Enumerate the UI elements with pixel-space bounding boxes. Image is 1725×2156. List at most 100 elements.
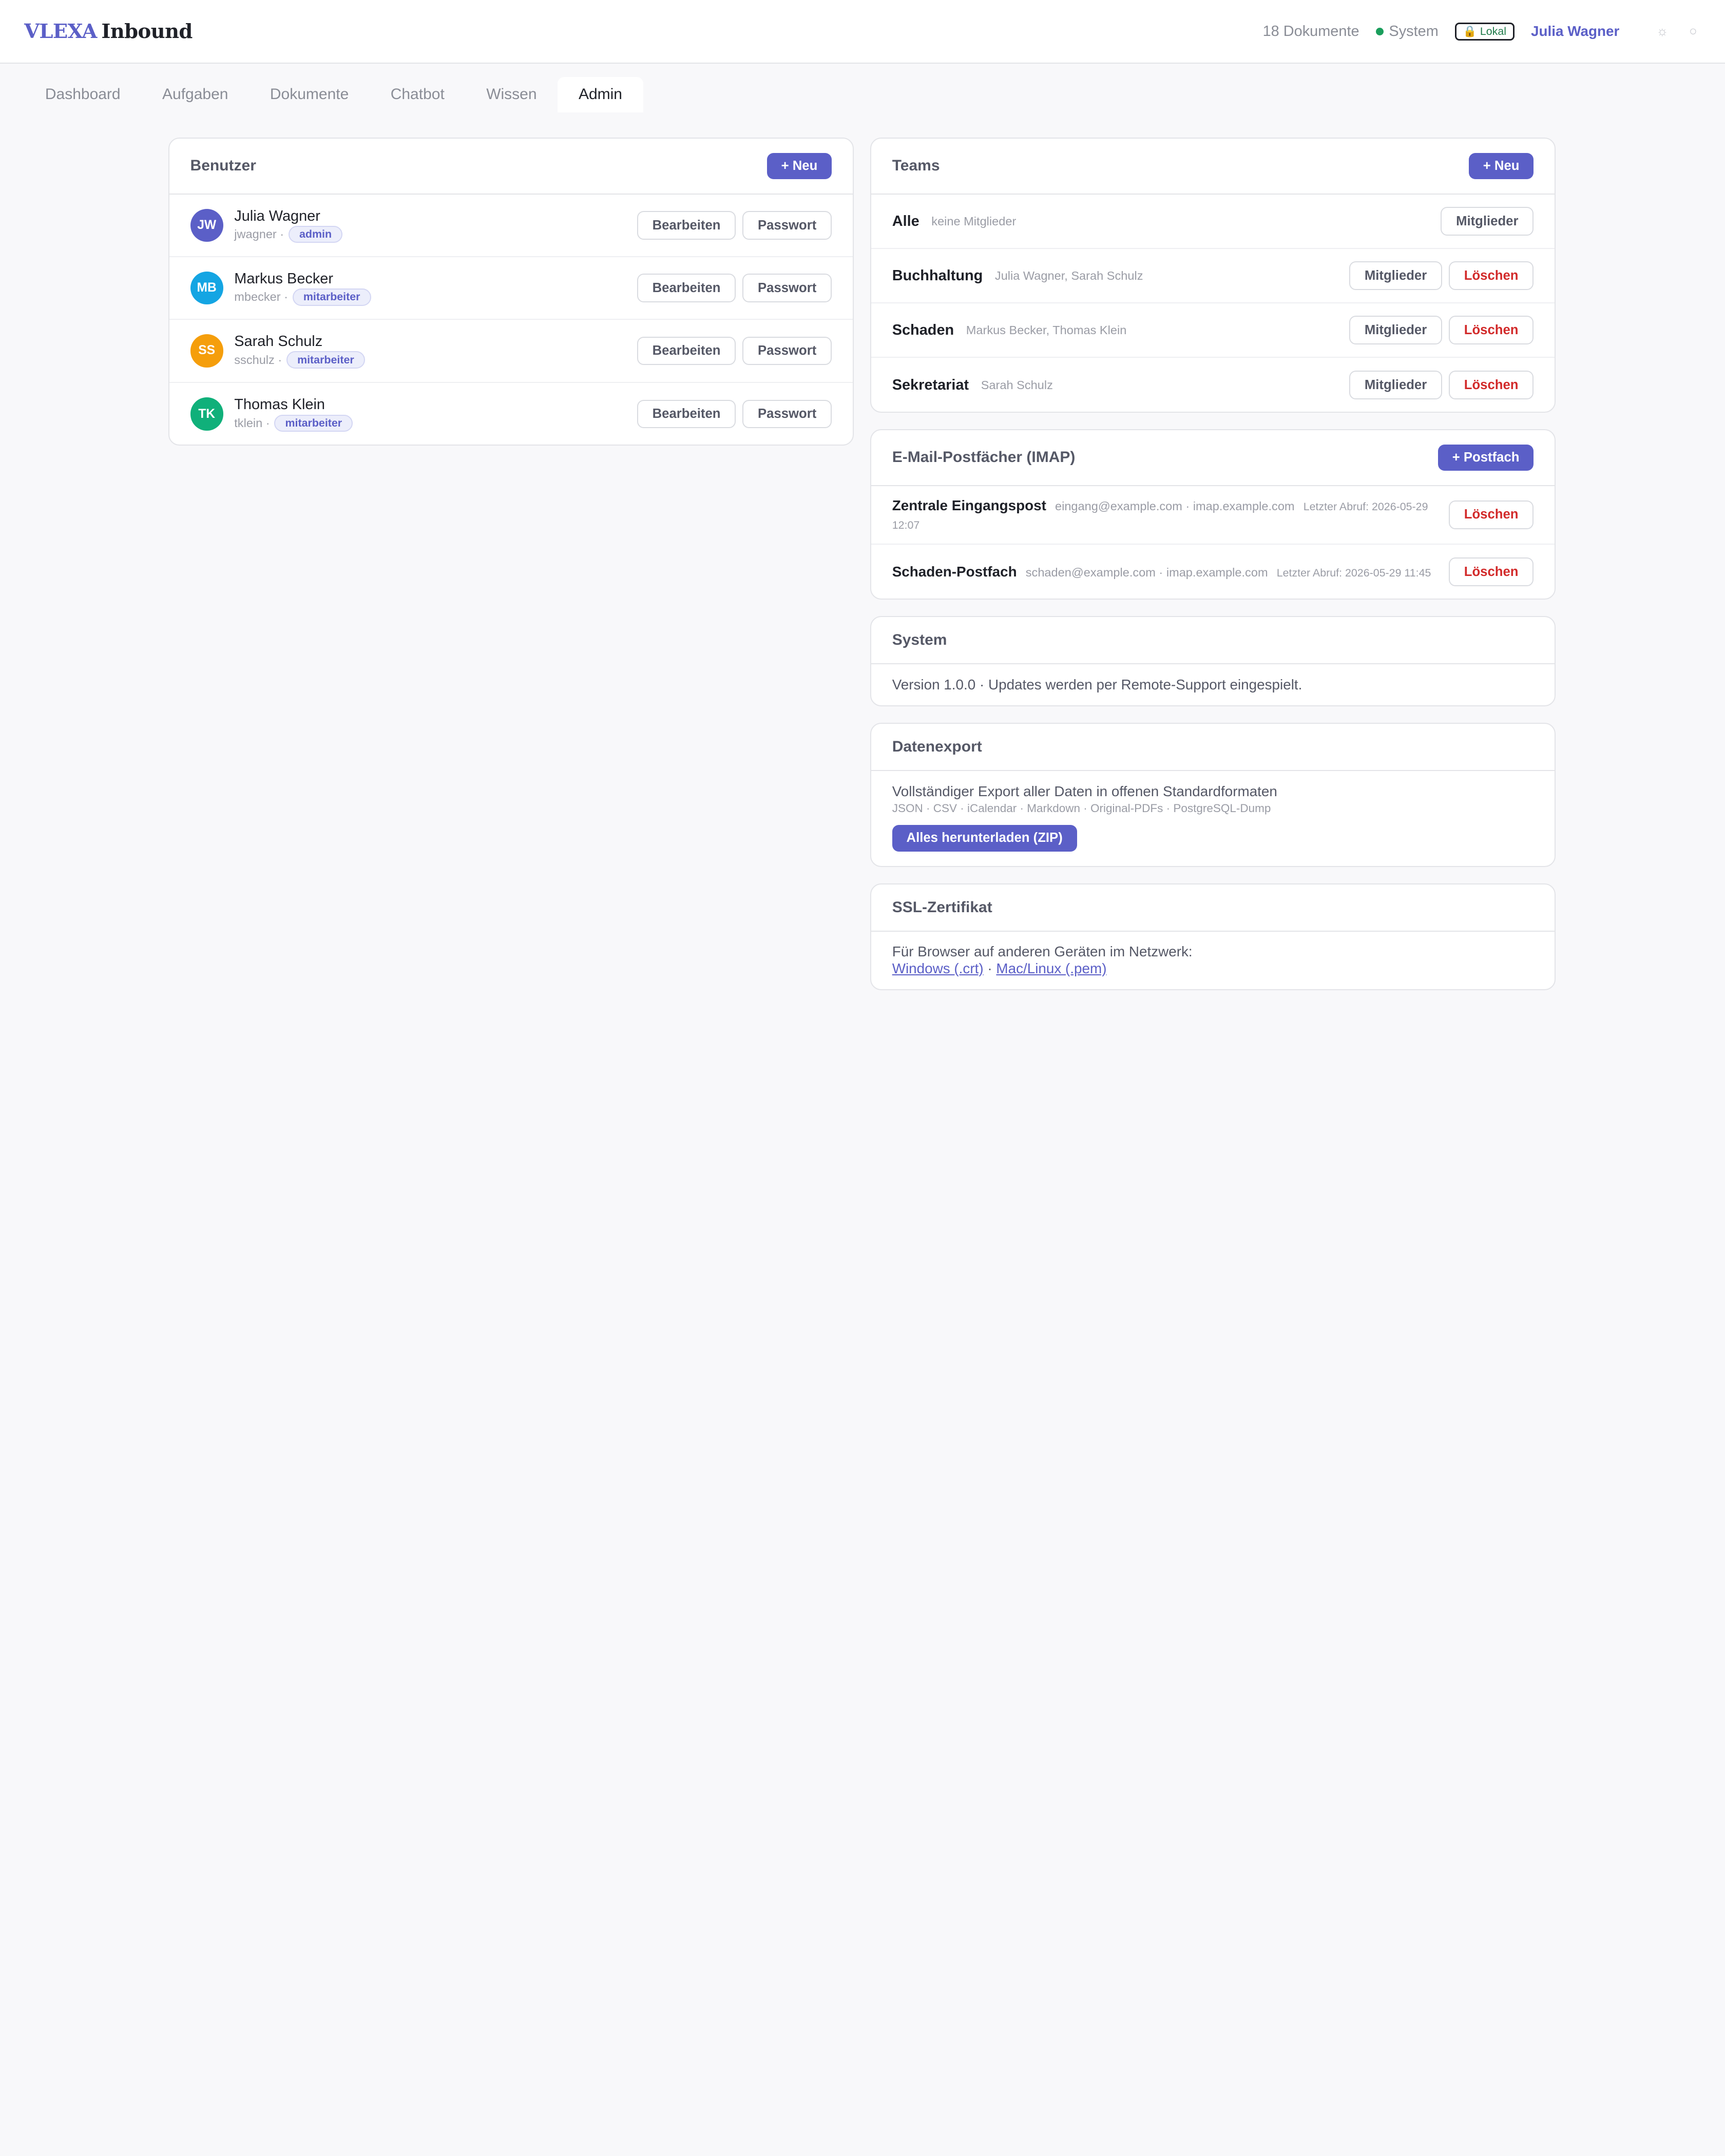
users-card: Benutzer + Neu JW Julia Wagner jwagner ·… — [168, 137, 854, 446]
logo-brand: VLEXA — [24, 20, 97, 43]
user-row: JW Julia Wagner jwagner · admin Bearbeit… — [169, 195, 853, 258]
mac-linux-cert-link[interactable]: Mac/Linux (.pem) — [996, 960, 1106, 976]
export-body: Vollständiger Export aller Daten in offe… — [871, 771, 1555, 864]
logo-product: Inbound — [101, 20, 193, 43]
user-row: TK Thomas Klein tklein · mitarbeiter Bea… — [169, 383, 853, 446]
team-actions: Mitglieder Löschen — [1349, 371, 1534, 400]
user-row: SS Sarah Schulz sschulz · mitarbeiter Be… — [169, 320, 853, 383]
export-card: Datenexport Vollständiger Export aller D… — [870, 722, 1556, 867]
team-actions: Mitglieder Löschen — [1349, 261, 1534, 291]
role-badge: mitarbeiter — [286, 351, 365, 369]
team-actions: Mitglieder — [1441, 207, 1534, 236]
role-badge: admin — [288, 226, 343, 243]
delete-team-button[interactable]: Löschen — [1448, 316, 1534, 345]
document-count: 18 Dokumente — [1262, 23, 1359, 40]
password-button[interactable]: Passwort — [742, 336, 832, 365]
tab-wissen[interactable]: Wissen — [465, 77, 558, 112]
edit-user-button[interactable]: Bearbeiten — [637, 274, 736, 303]
user-actions: Bearbeiten Passwort — [637, 211, 832, 240]
team-members-button[interactable]: Mitglieder — [1349, 261, 1443, 291]
password-button[interactable]: Passwort — [742, 211, 832, 240]
password-button[interactable]: Passwort — [742, 274, 832, 303]
user-info: Thomas Klein tklein · mitarbeiter — [234, 396, 637, 432]
user-actions: Bearbeiten Passwort — [637, 274, 832, 303]
ssl-body: Für Browser auf anderen Geräten im Netzw… — [871, 932, 1555, 990]
delete-mailbox-button[interactable]: Löschen — [1448, 500, 1534, 529]
edit-user-button[interactable]: Bearbeiten — [637, 399, 736, 429]
circle-icon[interactable]: ○ — [1685, 24, 1701, 39]
team-name: Schaden — [892, 321, 954, 338]
user-info: Julia Wagner jwagner · admin — [234, 208, 637, 243]
app-logo[interactable]: VLEXA Inbound — [24, 20, 193, 43]
team-members-button[interactable]: Mitglieder — [1441, 207, 1534, 236]
team-name: Sekretariat — [892, 376, 969, 393]
export-formats: JSON · CSV · iCalendar · Markdown · Orig… — [892, 801, 1271, 815]
user-name: Markus Becker — [234, 271, 334, 287]
users-card-header: Benutzer + Neu — [169, 139, 853, 195]
download-all-button[interactable]: Alles herunterladen (ZIP) — [892, 825, 1077, 852]
mailboxes-title: E-Mail-Postfächer (IMAP) — [892, 449, 1076, 466]
lokal-label: Lokal — [1480, 25, 1507, 37]
export-card-header: Datenexport — [871, 724, 1555, 771]
export-title: Datenexport — [892, 738, 982, 755]
ssl-description: Für Browser auf anderen Geräten im Netzw… — [892, 944, 1193, 960]
windows-cert-link[interactable]: Windows (.crt) — [892, 960, 984, 976]
user-sub: mbecker · mitarbeiter — [234, 288, 637, 306]
user-actions: Bearbeiten Passwort — [637, 336, 832, 365]
system-status: System — [1375, 23, 1439, 40]
mailboxes-card: E-Mail-Postfächer (IMAP) + Postfach Zent… — [870, 429, 1556, 600]
team-row: Alle keine Mitglieder Mitglieder — [871, 195, 1555, 249]
delete-mailbox-button[interactable]: Löschen — [1448, 557, 1534, 586]
avatar: JW — [190, 209, 223, 242]
edit-user-button[interactable]: Bearbeiten — [637, 211, 736, 240]
role-badge: mitarbeiter — [274, 414, 353, 432]
mailbox-name: Zentrale Eingangspost — [892, 497, 1046, 513]
delete-team-button[interactable]: Löschen — [1448, 371, 1534, 400]
mailbox-row: Schaden-Postfach schaden@example.com · im… — [871, 545, 1555, 600]
user-name: Julia Wagner — [234, 207, 320, 224]
tab-dashboard[interactable]: Dashboard — [24, 77, 141, 112]
ssl-card: SSL-Zertifikat Für Browser auf anderen G… — [870, 883, 1556, 990]
team-members-button[interactable]: Mitglieder — [1349, 371, 1443, 400]
user-sub: sschulz · mitarbeiter — [234, 351, 637, 369]
add-mailbox-button[interactable]: + Postfach — [1437, 444, 1534, 471]
team-members: Markus Becker, Thomas Klein — [966, 323, 1127, 337]
lock-icon: 🔒 — [1463, 25, 1477, 37]
team-members: Julia Wagner, Sarah Schulz — [994, 268, 1143, 282]
teams-title: Teams — [892, 157, 940, 175]
avatar: SS — [190, 334, 223, 368]
current-user-link[interactable]: Julia Wagner — [1531, 23, 1619, 40]
tab-admin[interactable]: Admin — [558, 76, 643, 112]
users-title: Benutzer — [190, 157, 256, 175]
ssl-links: Windows (.crt) · Mac/Linux (.pem) — [892, 960, 1534, 977]
team-members-button[interactable]: Mitglieder — [1349, 316, 1443, 345]
tab-dokumente[interactable]: Dokumente — [249, 77, 370, 112]
sun-icon[interactable]: ☼ — [1655, 24, 1670, 39]
password-button[interactable]: Passwort — [742, 399, 832, 429]
mailbox-name: Schaden-Postfach — [892, 564, 1017, 580]
team-row: Sekretariat Sarah Schulz Mitglieder Lösc… — [871, 358, 1555, 412]
user-info: Markus Becker mbecker · mitarbeiter — [234, 271, 637, 306]
user-row: MB Markus Becker mbecker · mitarbeiter B… — [169, 257, 853, 320]
user-login: tklein · — [234, 416, 270, 430]
user-actions: Bearbeiten Passwort — [637, 399, 832, 429]
edit-user-button[interactable]: Bearbeiten — [637, 336, 736, 365]
ssl-card-header: SSL-Zertifikat — [871, 884, 1555, 932]
tab-chatbot[interactable]: Chatbot — [370, 77, 465, 112]
export-description: Vollständiger Export aller Daten in offe… — [892, 783, 1277, 799]
delete-team-button[interactable]: Löschen — [1448, 261, 1534, 291]
new-team-button[interactable]: + Neu — [1468, 152, 1534, 180]
mailbox-meta: schaden@example.com · imap.example.com — [1025, 566, 1268, 580]
team-members: keine Mitglieder — [931, 214, 1017, 228]
user-sub: jwagner · admin — [234, 226, 637, 243]
user-login: jwagner · — [234, 227, 284, 241]
system-body: Version 1.0.0 · Updates werden per Remot… — [871, 664, 1555, 706]
mailbox-info: Schaden-Postfach schaden@example.com · im… — [892, 563, 1431, 581]
teams-card: Teams + Neu Alle keine Mitglieder Mitgli… — [870, 137, 1556, 413]
team-actions: Mitglieder Löschen — [1349, 316, 1534, 345]
role-badge: mitarbeiter — [292, 288, 371, 306]
new-user-button[interactable]: + Neu — [766, 152, 832, 180]
mailbox-row: Zentrale Eingangspost eingang@example.com… — [871, 486, 1555, 545]
system-version-text: Version 1.0.0 · Updates werden per Remot… — [892, 676, 1302, 692]
tab-aufgaben[interactable]: Aufgaben — [141, 77, 249, 112]
